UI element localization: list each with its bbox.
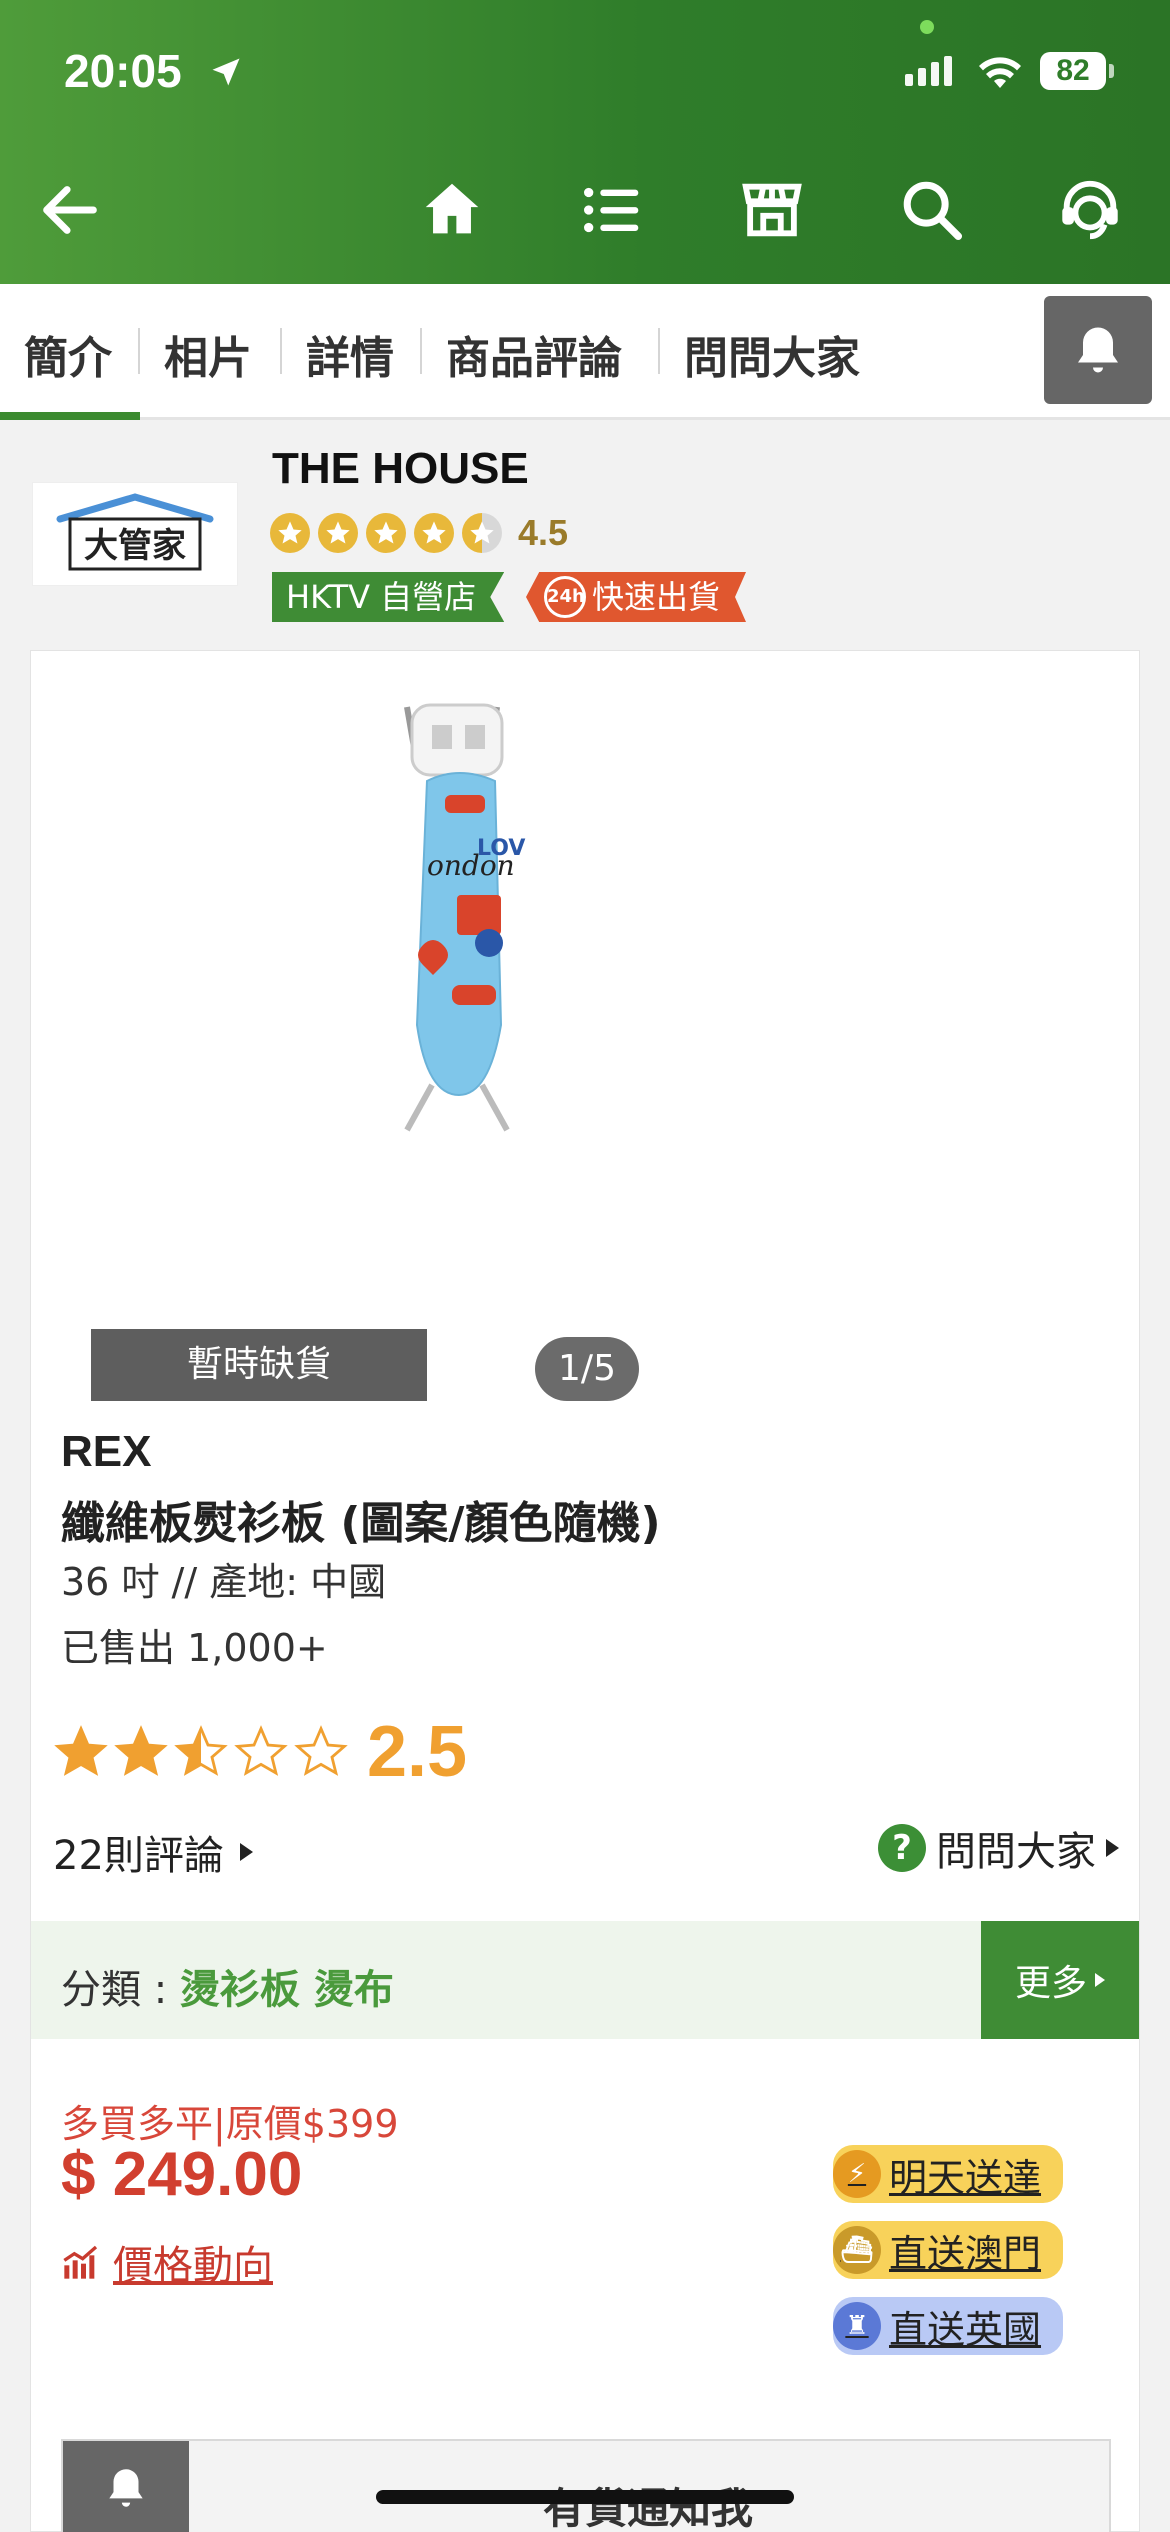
ask-everyone-link[interactable]: ? 問問大家 <box>878 1819 1119 1877</box>
image-pager: 1/5 <box>535 1337 639 1401</box>
price-trend-label: 價格動向 <box>113 2243 273 2289</box>
search-icon[interactable] <box>892 170 972 250</box>
caret-right-icon <box>239 1843 253 1861</box>
uk-delivery-pill[interactable]: ♜ 直送英國 <box>833 2297 1064 2355</box>
bell-icon <box>1078 327 1118 373</box>
ship-icon: ⛴ <box>833 2226 881 2274</box>
store-name[interactable]: THE HOUSE <box>272 444 529 494</box>
caret-right-icon <box>1106 1839 1119 1857</box>
store-rating-stars: 4.5 <box>270 512 568 554</box>
caret-right-icon <box>1095 1973 1105 1987</box>
24h-icon: 24h <box>544 576 586 618</box>
product-spec: 36 吋 // 產地: 中國 <box>61 1560 387 1604</box>
store-logo[interactable]: 大管家 <box>32 482 238 586</box>
cellular-signal-icon <box>905 56 952 86</box>
delivery-label: 直送英國 <box>889 2307 1042 2352</box>
price: $ 249.00 <box>61 2140 303 2209</box>
fast-dispatch-badge: 24h 快速出貨 <box>526 572 747 622</box>
half-star-icon <box>462 513 502 553</box>
fast-dispatch-label: 快速出貨 <box>592 578 721 616</box>
battery-indicator: 82 <box>1040 52 1114 90</box>
official-store-badge: HKTV 自營店 <box>272 572 505 622</box>
notify-bell-button[interactable] <box>63 2441 189 2532</box>
star-half-icon <box>174 1725 228 1776</box>
customer-service-icon[interactable] <box>1050 170 1130 250</box>
store-logo-text: 大管家 <box>84 526 186 566</box>
product-brand[interactable]: REX <box>61 1427 151 1477</box>
delivery-label: 直送澳門 <box>889 2231 1042 2276</box>
out-of-stock-label: 暫時缺貨 <box>91 1329 427 1401</box>
category-prefix: 分類 : <box>61 1967 180 2013</box>
star-empty-icon <box>294 1725 348 1776</box>
lightning-icon: ⚡ <box>833 2150 881 2198</box>
sold-count: 已售出 1,000+ <box>61 1626 328 1670</box>
store-header: 大管家 THE HOUSE 4.5 HKTV 自營店 24h 快速出貨 <box>0 420 1170 650</box>
product-card: ondon LOV 暫時缺貨 1/5 REX 纖維板熨衫板 (圖案/顏色隨機) … <box>30 650 1140 2532</box>
rating-value: 2.5 <box>367 1712 468 1792</box>
more-categories-button[interactable]: 更多 <box>981 1921 1139 2039</box>
menu-list-icon[interactable] <box>572 170 652 250</box>
product-rating: 2.5 <box>53 1711 467 1793</box>
home-icon[interactable] <box>412 170 492 250</box>
star-icon <box>414 513 454 553</box>
tab-intro[interactable]: 簡介 <box>24 322 112 386</box>
question-bubble-icon: ? <box>878 1824 926 1872</box>
star-icon <box>366 513 406 553</box>
store-logo-graphic: 大管家 <box>56 493 214 571</box>
svg-text:LOV: LOV <box>477 836 525 861</box>
more-label: 更多 <box>1014 1963 1087 2004</box>
next-day-delivery-pill[interactable]: ⚡ 明天送達 <box>833 2145 1064 2203</box>
wifi-icon <box>979 57 1021 88</box>
tower-icon: ♜ <box>833 2302 881 2350</box>
product-image[interactable]: ondon LOV <box>227 685 947 1405</box>
notify-me-bar[interactable]: 有貨通知我 <box>61 2439 1111 2532</box>
tab-divider <box>658 328 660 374</box>
back-arrow-icon[interactable] <box>30 170 110 250</box>
store-rating-value: 4.5 <box>518 512 569 553</box>
top-bar: 20:05 82 <box>0 0 1170 284</box>
reviews-link[interactable]: 22則評論 <box>53 1823 253 1881</box>
tab-divider <box>138 328 140 374</box>
star-filled-icon <box>54 1725 108 1776</box>
category-links[interactable]: 燙衫板 燙布 <box>180 1967 394 2013</box>
active-tab-indicator <box>0 412 140 420</box>
category-bar: 分類 : 燙衫板 燙布 更多 <box>31 1921 1139 2039</box>
ironing-board-image: ondon LOV <box>404 703 525 1132</box>
tab-divider <box>420 328 422 374</box>
ask-everyone-label: 問問大家 <box>936 1829 1096 1875</box>
store-icon[interactable] <box>732 170 812 250</box>
category-label: 分類 : 燙衫板 燙布 <box>61 1957 394 2015</box>
bell-icon <box>109 2469 143 2507</box>
location-arrow-icon <box>212 58 240 86</box>
macau-delivery-pill[interactable]: ⛴ 直送澳門 <box>833 2221 1064 2279</box>
home-indicator <box>376 2490 794 2504</box>
camera-indicator <box>920 20 934 34</box>
star-icon <box>270 513 310 553</box>
product-name: 纖維板熨衫板 (圖案/顏色隨機) <box>61 1498 661 1549</box>
tab-photos[interactable]: 相片 <box>164 322 252 386</box>
star-filled-icon <box>114 1725 168 1776</box>
bar-chart-icon <box>63 2245 98 2279</box>
star-icon <box>318 513 358 553</box>
price-trend-link[interactable]: 價格動向 <box>61 2233 273 2291</box>
nav-icons <box>0 170 1170 260</box>
status-time: 20:05 <box>64 45 182 97</box>
notification-bell-button[interactable] <box>1044 296 1152 404</box>
delivery-label: 明天送達 <box>889 2155 1042 2200</box>
tab-reviews[interactable]: 商品評論 <box>446 322 622 386</box>
tab-qa[interactable]: 問問大家 <box>684 322 860 386</box>
tab-details[interactable]: 詳情 <box>306 322 394 386</box>
section-tabs: 簡介 相片 詳情 商品評論 問問大家 <box>0 284 1170 420</box>
tab-divider <box>280 328 282 374</box>
reviews-count: 22則評論 <box>53 1833 224 1879</box>
star-empty-icon <box>234 1725 288 1776</box>
